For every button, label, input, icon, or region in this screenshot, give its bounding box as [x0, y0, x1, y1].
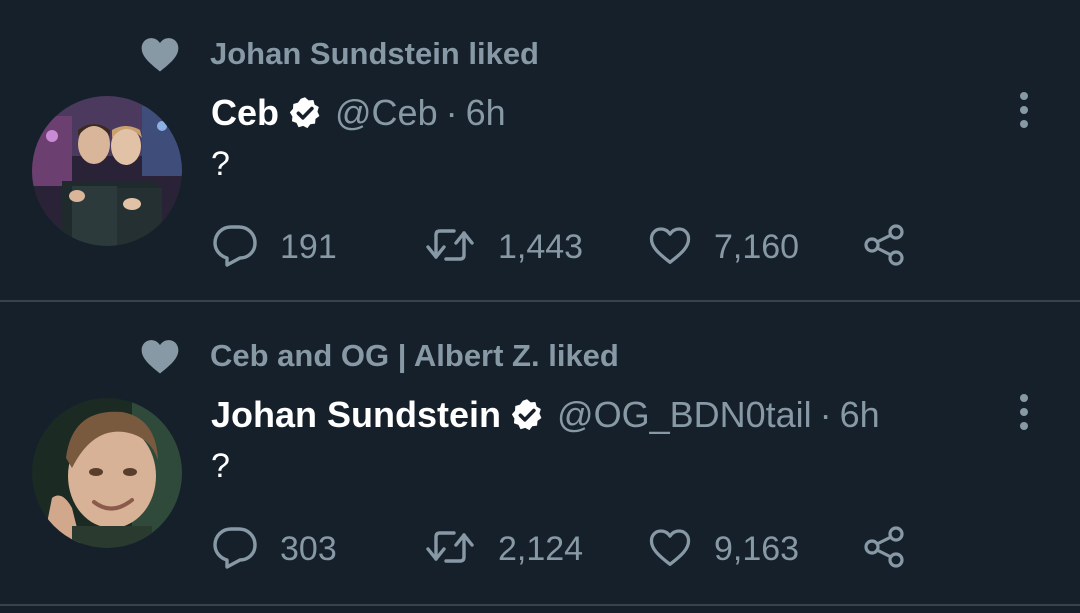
share-icon — [862, 525, 908, 574]
tweet[interactable]: Johan Sundstein liked Ceb @Ceb · 6h ? 19… — [0, 0, 1080, 300]
social-context[interactable]: Johan Sundstein liked — [140, 32, 539, 76]
retweet-count: 1,443 — [498, 227, 584, 266]
social-context-text: Johan Sundstein liked — [210, 36, 539, 71]
avatar[interactable] — [32, 96, 182, 246]
retweet-button[interactable]: 2,124 — [424, 524, 583, 574]
more-options-button[interactable] — [1008, 393, 1040, 436]
author-name[interactable]: Johan Sundstein — [211, 394, 501, 436]
tweet-actions: 303 2,124 9,163 — [212, 524, 932, 574]
separator-dot: · — [445, 92, 458, 133]
reply-icon — [212, 223, 258, 272]
tweet-timestamp[interactable]: 6h — [840, 394, 880, 436]
more-options-button[interactable] — [1008, 91, 1040, 134]
more-vertical-icon — [1018, 91, 1030, 134]
tweet-text: ? — [211, 145, 230, 183]
like-icon — [648, 527, 692, 572]
tweet-text: ? — [211, 447, 230, 485]
share-button[interactable] — [862, 222, 908, 272]
author-handle[interactable]: @OG_BDN0tail — [557, 394, 812, 436]
retweet-icon — [424, 225, 476, 270]
reply-button[interactable]: 303 — [212, 524, 337, 574]
tweet-header: Johan Sundstein @OG_BDN0tail · 6h — [211, 390, 880, 440]
author-handle[interactable]: @Ceb — [335, 92, 438, 134]
more-vertical-icon — [1018, 393, 1030, 436]
social-context-text: Ceb and OG | Albert Z. liked — [210, 338, 619, 373]
reply-count: 191 — [280, 227, 337, 266]
social-context[interactable]: Ceb and OG | Albert Z. liked — [140, 334, 619, 378]
avatar[interactable] — [32, 398, 182, 548]
like-button[interactable]: 9,163 — [648, 524, 799, 574]
heart-icon — [140, 336, 180, 376]
tweet-header: Ceb @Ceb · 6h — [211, 88, 506, 138]
share-button[interactable] — [862, 524, 908, 574]
reply-icon — [212, 525, 258, 574]
share-icon — [862, 223, 908, 272]
heart-icon — [140, 34, 180, 74]
like-button[interactable]: 7,160 — [648, 222, 799, 272]
reply-button[interactable]: 191 — [212, 222, 337, 272]
verified-badge-icon — [287, 95, 323, 131]
timeline-feed: Johan Sundstein liked Ceb @Ceb · 6h ? 19… — [0, 0, 1080, 613]
tweet-timestamp[interactable]: 6h — [466, 92, 506, 134]
separator-dot: · — [819, 394, 832, 435]
reply-count: 303 — [280, 529, 337, 568]
verified-badge-icon — [509, 397, 545, 433]
like-count: 9,163 — [714, 529, 800, 568]
tweet[interactable]: Ceb and OG | Albert Z. liked Johan Sunds… — [0, 302, 1080, 604]
tweet-actions: 191 1,443 7,160 — [212, 222, 932, 272]
retweet-button[interactable]: 1,443 — [424, 222, 583, 272]
author-name[interactable]: Ceb — [211, 92, 279, 134]
like-count: 7,160 — [714, 227, 800, 266]
divider — [0, 604, 1080, 606]
like-icon — [648, 225, 692, 270]
retweet-icon — [424, 527, 476, 572]
retweet-count: 2,124 — [498, 529, 584, 568]
